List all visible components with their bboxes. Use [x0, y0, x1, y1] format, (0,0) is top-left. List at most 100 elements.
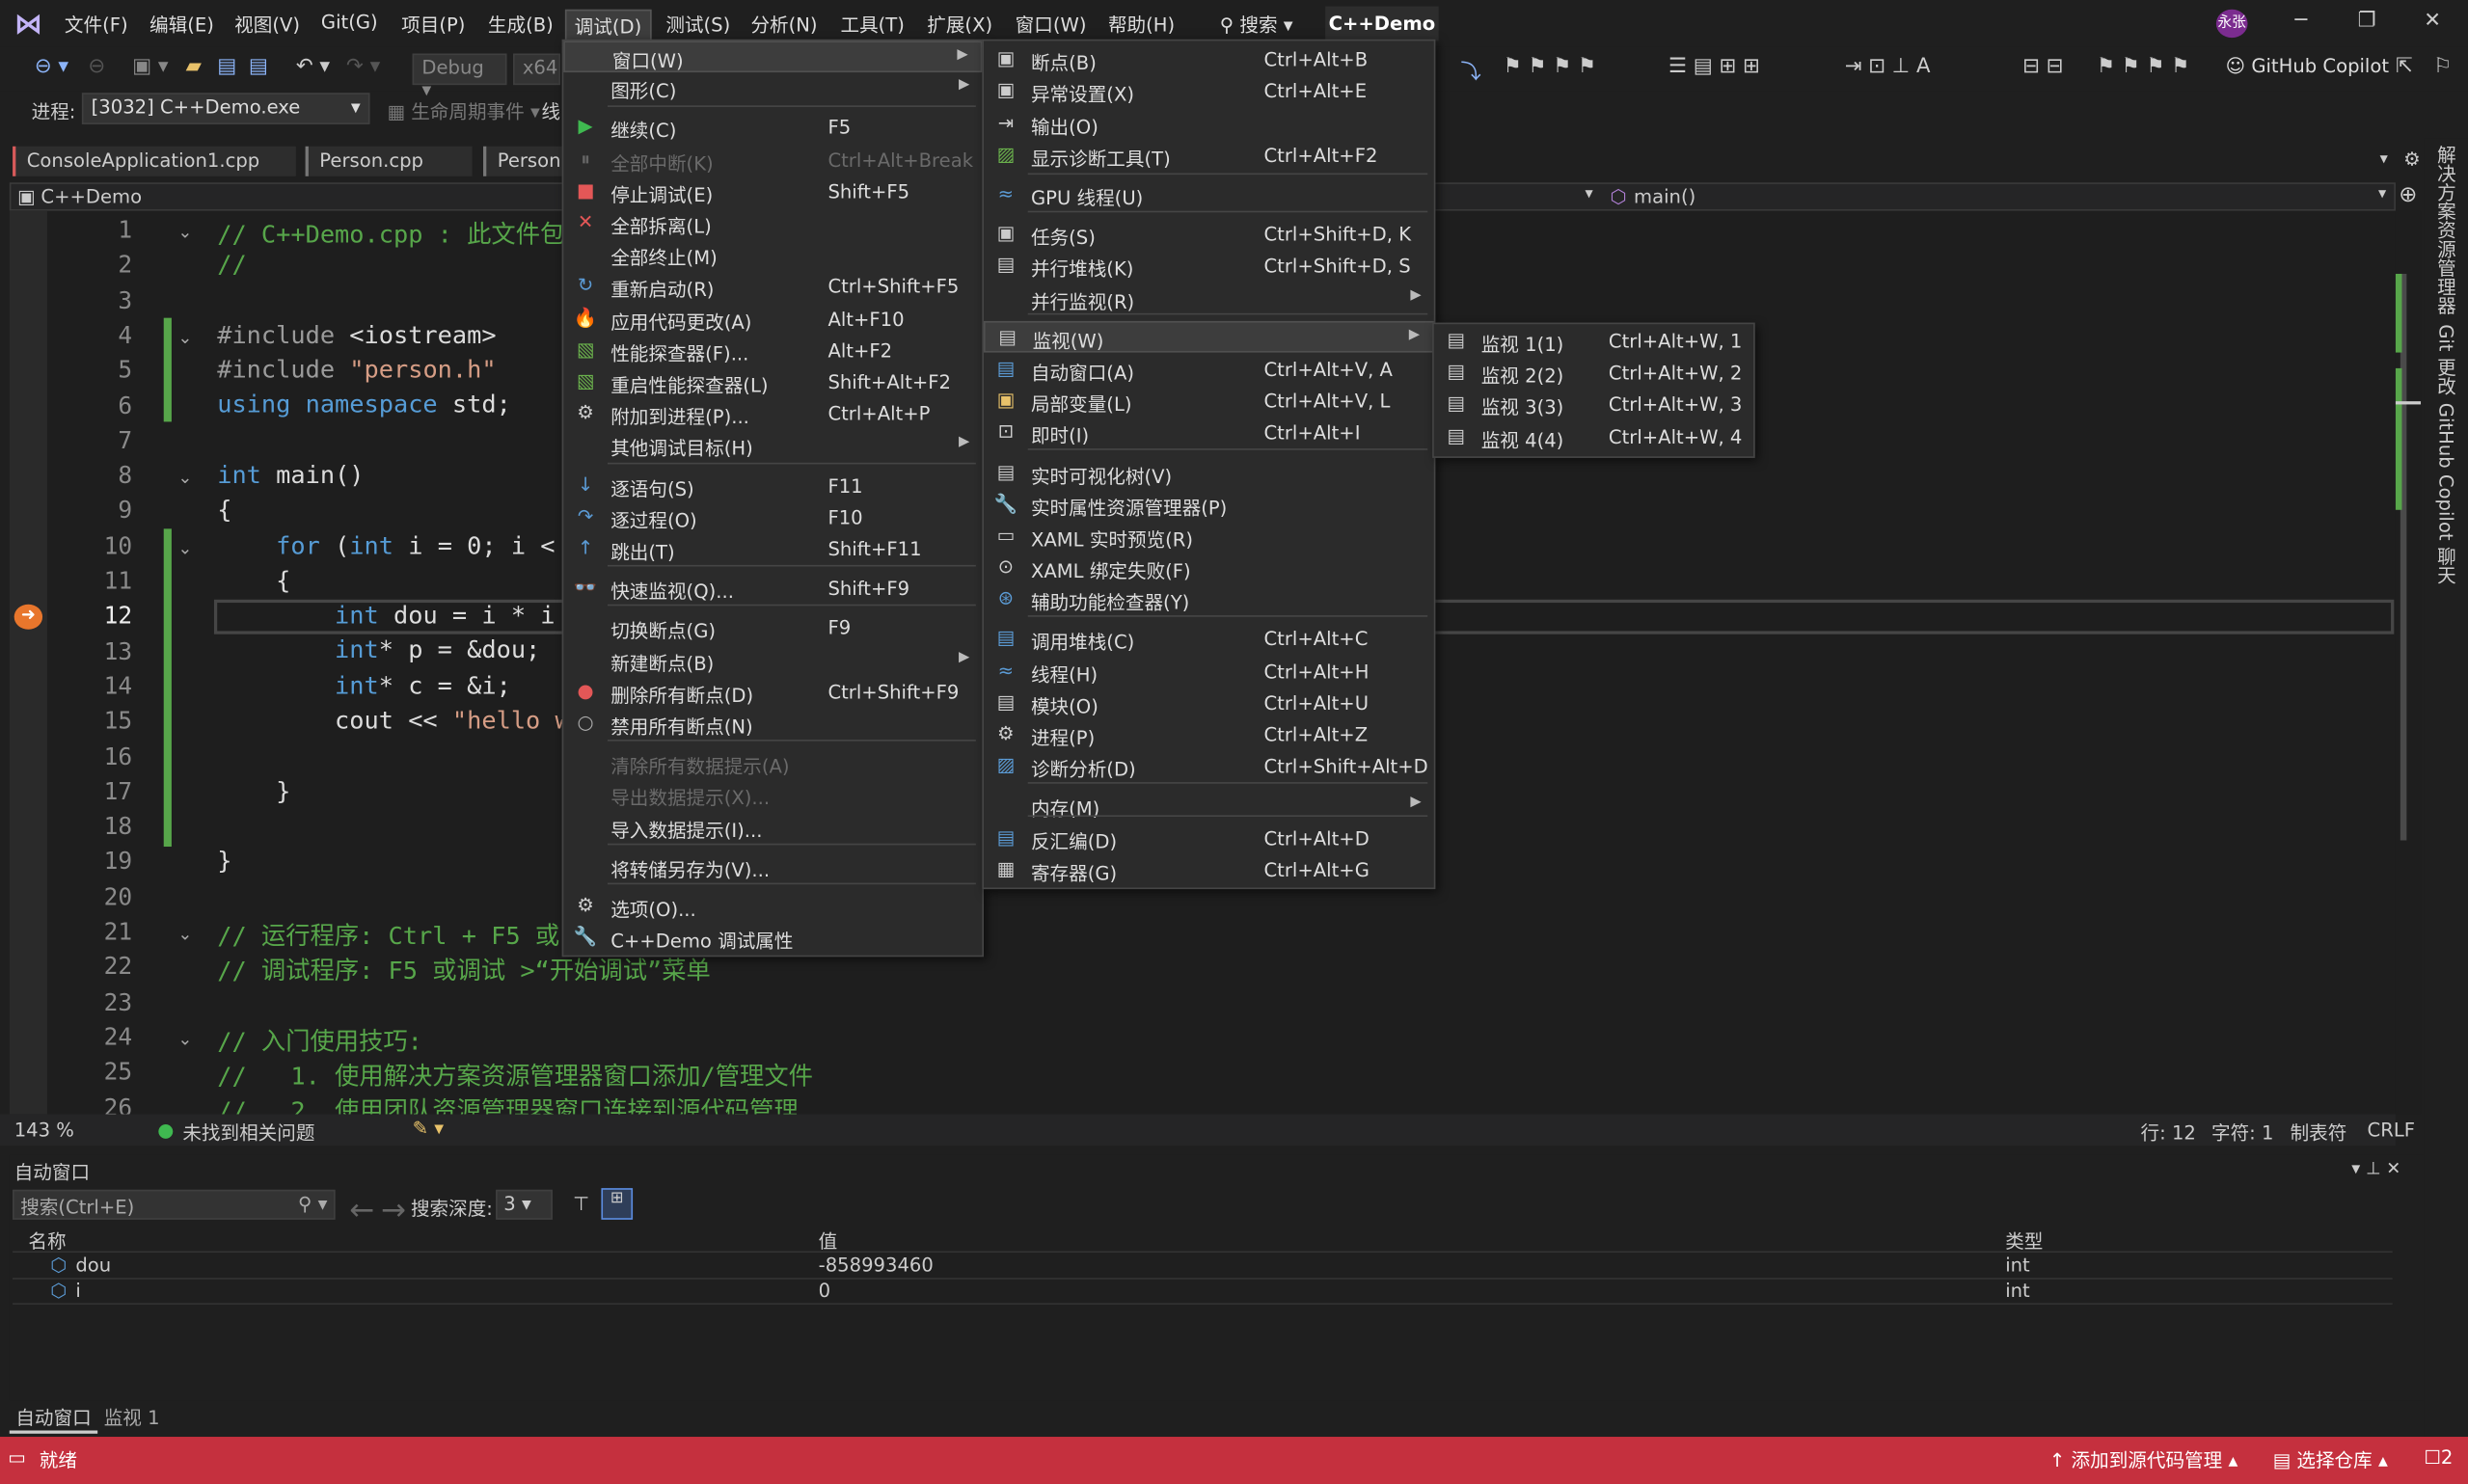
menu-item[interactable]: 新建断点(B) ▶: [563, 645, 982, 677]
menu-item[interactable]: ▤ 监视 2(2) Ctrl+Alt+W, 2: [1434, 357, 1753, 389]
menu-item[interactable]: ≈ 线程(H) Ctrl+Alt+H: [984, 657, 1434, 688]
save-all-icon[interactable]: ▤: [249, 55, 268, 78]
close-icon[interactable]: ✕: [2424, 10, 2441, 33]
config-select[interactable]: Debug ▾: [412, 53, 507, 100]
menu-item[interactable]: ▭ XAML 实时预览(R): [984, 521, 1434, 553]
menu-item[interactable]: ⊡ 即时(I) Ctrl+Alt+I: [984, 417, 1434, 448]
pane-menu-icon[interactable]: ▾ ⊥ ✕: [2351, 1158, 2400, 1178]
menu-item[interactable]: ⊛ 辅助功能检查器(Y): [984, 583, 1434, 615]
bookmark-icon[interactable]: ⚑ ⚑ ⚑ ⚑: [1504, 55, 1596, 78]
menu-item[interactable]: ↑ 跳出(T) Shift+F11: [563, 533, 982, 565]
menu-item[interactable]: 🔧 C++Demo 调试属性: [563, 922, 982, 954]
menu-item[interactable]: ✕ 全部拆离(L): [563, 207, 982, 239]
repo-button[interactable]: ▤ 选择仓库 ▴: [2273, 1446, 2388, 1473]
menu-item[interactable]: ▣ 局部变量(L) Ctrl+Alt+V, L: [984, 386, 1434, 418]
menu-item[interactable]: 其他调试目标(H) ▶: [563, 430, 982, 462]
var-value[interactable]: 0: [819, 1280, 830, 1302]
tab-autos[interactable]: 自动窗口: [9, 1404, 98, 1434]
vertical-scrollbar[interactable]: [2395, 210, 2422, 1115]
col-type[interactable]: 类型: [2005, 1228, 2043, 1255]
pin-icon[interactable]: ⊤: [573, 1193, 589, 1215]
menu-item[interactable]: ⇥ 输出(O): [984, 109, 1434, 141]
menu-item[interactable]: ▤ 模块(O) Ctrl+Alt+U: [984, 688, 1434, 719]
menu-item[interactable]: ● 删除所有断点(D) Ctrl+Shift+F9: [563, 677, 982, 709]
menu-item[interactable]: ⊙ XAML 绑定失败(F): [984, 553, 1434, 584]
menu-item[interactable]: ▣ 异常设置(X) Ctrl+Alt+E: [984, 75, 1434, 107]
menu-item[interactable]: ▤ 监视 1(1) Ctrl+Alt+W, 1: [1434, 326, 1753, 358]
menu-item[interactable]: 并行监视(R) ▶: [984, 283, 1434, 315]
minimize-icon[interactable]: ─: [2294, 10, 2307, 33]
menu-analyze[interactable]: 分析(N): [743, 10, 825, 40]
menu-item[interactable]: 图形(C) ▶: [563, 72, 982, 104]
table-row[interactable]: ⬡ dou -858993460 int: [13, 1255, 2393, 1280]
open-folder-icon[interactable]: ▰: [186, 55, 202, 78]
menu-view[interactable]: 视图(V): [227, 10, 308, 40]
redo-icon[interactable]: ↷ ▾: [346, 55, 380, 78]
share-icon[interactable]: ⇱: [2396, 55, 2413, 78]
forward-icon[interactable]: ⊖: [88, 55, 105, 78]
search-box[interactable]: ⚲ 搜索 ▾: [1212, 10, 1301, 40]
restore-icon[interactable]: ❐: [2358, 10, 2376, 33]
nav-function[interactable]: main(): [1634, 186, 1695, 208]
column-indicator[interactable]: 字符: 1: [2211, 1119, 2273, 1146]
menu-item[interactable]: 窗口(W) ▶: [563, 40, 983, 73]
col-value[interactable]: 值: [819, 1228, 838, 1255]
tab-copilot-chat[interactable]: GitHub Copilot 聊天: [2433, 403, 2460, 584]
fold-icon[interactable]: ⌄: [177, 327, 192, 347]
zoom-level[interactable]: 143 %: [14, 1119, 74, 1141]
menu-item[interactable]: ▶ 继续(C) F5: [563, 112, 982, 144]
menu-item[interactable]: ▤ 实时可视化树(V): [984, 458, 1434, 490]
line-indicator[interactable]: 行: 12: [2141, 1119, 2196, 1146]
menu-tools[interactable]: 工具(T): [832, 10, 912, 40]
menu-item[interactable]: ↻ 重新启动(R) Ctrl+Shift+F5: [563, 271, 982, 303]
menu-item[interactable]: ▤ 监视(W) ▶: [984, 320, 1434, 353]
menu-item[interactable]: ▤ 并行堆栈(K) Ctrl+Shift+D, S: [984, 250, 1434, 282]
glyph-margin[interactable]: [9, 210, 47, 1115]
fold-icon[interactable]: ⌄: [177, 538, 192, 558]
brush-icon[interactable]: ✎ ▾: [413, 1118, 444, 1140]
fold-icon[interactable]: ⌄: [177, 1029, 192, 1049]
platform-select[interactable]: x64: [513, 53, 560, 86]
step-icon[interactable]: ⤵: [1461, 55, 1481, 85]
menu-item[interactable]: ≈ GPU 线程(U): [984, 179, 1434, 211]
source-control-button[interactable]: ↑ 添加到源代码管理 ▴: [2049, 1446, 2237, 1473]
menu-item[interactable]: 切换断点(G) F9: [563, 612, 982, 644]
menu-item[interactable]: ▤ 反汇编(D) Ctrl+Alt+D: [984, 823, 1434, 855]
split-icon[interactable]: ⊕: [2399, 182, 2417, 207]
nav-scope-dropdown[interactable]: ▾: [1585, 186, 1592, 203]
menu-extensions[interactable]: 扩展(X): [919, 10, 1000, 40]
avatar[interactable]: 永张: [2215, 9, 2248, 39]
menu-item[interactable]: ▤ 调用堆栈(C) Ctrl+Alt+C: [984, 623, 1434, 655]
process-select[interactable]: [3032] C++Demo.exe ▾: [81, 93, 370, 124]
menu-item[interactable]: ⚙ 附加到进程(P)... Ctrl+Alt+P: [563, 398, 982, 430]
menu-item[interactable]: ↓ 逐语句(S) F11: [563, 471, 982, 502]
menu-help[interactable]: 帮助(H): [1100, 10, 1183, 40]
autos-search-input[interactable]: 搜索(Ctrl+E) ⚲ ▾: [13, 1189, 336, 1220]
menu-item[interactable]: ▧ 重启性能探查器(L) Shift+Alt+F2: [563, 366, 982, 398]
menu-item[interactable]: ▣ 任务(S) Ctrl+Shift+D, K: [984, 219, 1434, 251]
menu-item[interactable]: ⚙ 进程(P) Ctrl+Alt+Z: [984, 719, 1434, 751]
menu-edit[interactable]: 编辑(E): [142, 10, 222, 40]
menu-git[interactable]: Git(G): [313, 10, 386, 35]
lifecycle-events[interactable]: ▦ 生命周期事件 ▾: [387, 97, 539, 124]
tab-person-cpp[interactable]: Person.cpp: [305, 146, 473, 176]
hex-toggle-icon[interactable]: ⊞: [601, 1188, 634, 1220]
issues-text[interactable]: 未找到相关问题: [182, 1119, 314, 1146]
line-ending[interactable]: CRLF: [2368, 1119, 2415, 1141]
fold-icon[interactable]: ⌄: [177, 924, 192, 944]
tab-person-h[interactable]: Person.h: [483, 146, 562, 176]
menu-item[interactable]: ⚙ 选项(O)...: [563, 891, 982, 923]
nav-function-dropdown[interactable]: ▾: [2378, 186, 2386, 203]
menu-test[interactable]: 测试(S): [658, 10, 738, 40]
back-icon[interactable]: ⊖ ▾: [35, 55, 68, 78]
tab-consoleapplication1[interactable]: ConsoleApplication1.cpp: [13, 146, 296, 176]
undo-icon[interactable]: ↶ ▾: [296, 55, 330, 78]
menu-item[interactable]: ○ 禁用所有断点(N): [563, 708, 982, 740]
format-icon[interactable]: ☰ ▤ ⊞ ⊞: [1668, 55, 1760, 78]
vs-logo-icon[interactable]: ⋈: [14, 8, 49, 40]
tab-solution-explorer[interactable]: 解决方案资源管理器: [2433, 145, 2460, 314]
menu-item[interactable]: ↷ 逐过程(O) F10: [563, 502, 982, 534]
new-item-icon[interactable]: ▣ ▾: [132, 55, 168, 78]
feedback-icon[interactable]: ⚐: [2433, 55, 2452, 78]
forward-arrow-icon[interactable]: →: [381, 1193, 406, 1228]
